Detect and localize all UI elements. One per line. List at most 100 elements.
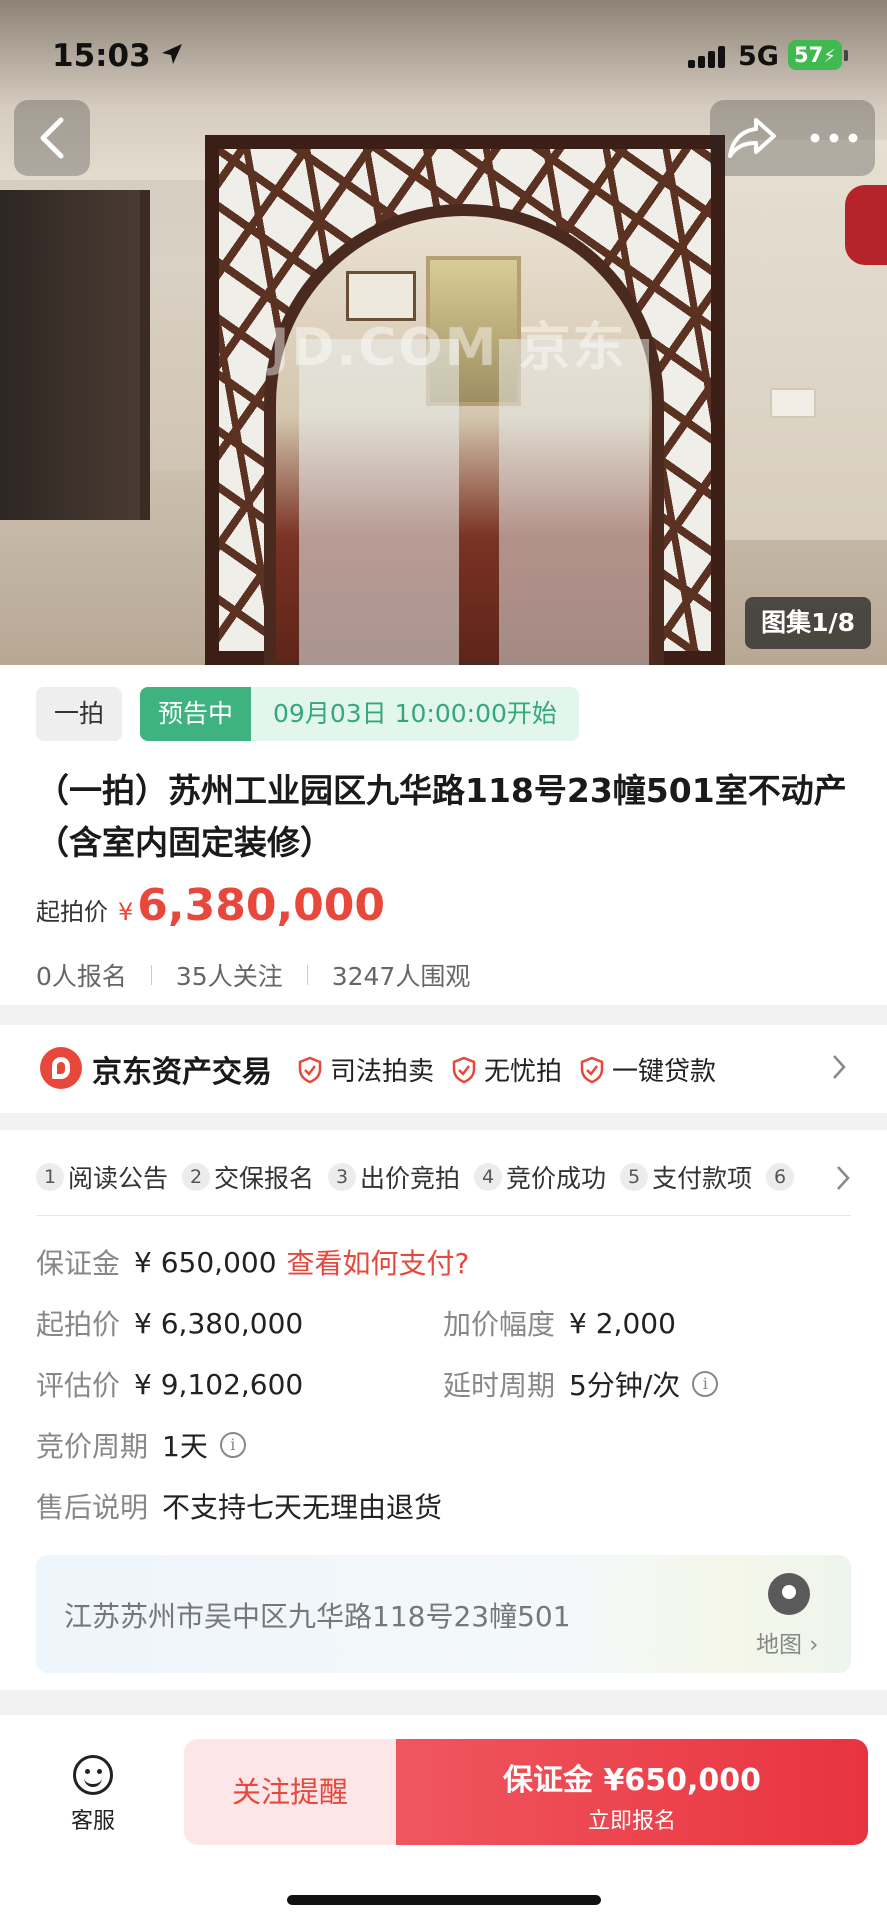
extension-label: 延时周期 [443, 1369, 556, 1402]
brand-name: 京东资产交易 [92, 1055, 272, 1090]
step-number: 6 [766, 1163, 795, 1191]
deposit-value: ¥ 650,000 [134, 1245, 277, 1279]
step-number: 2 [182, 1163, 211, 1191]
map-link[interactable]: 地图 › [756, 1625, 819, 1659]
step-number: 3 [328, 1163, 357, 1191]
step-item: 2 交保报名 [182, 1159, 314, 1195]
increment-row: 加价幅度 ¥ 2,000 [443, 1303, 676, 1343]
start-price-value: 6,380,000 [137, 880, 386, 931]
album-counter[interactable]: 图集1/8 [745, 597, 871, 649]
start-price-detail-label: 起拍价 [36, 1308, 121, 1341]
step-item: 4 竞价成功 [474, 1159, 606, 1195]
after-sale-label: 售后说明 [36, 1491, 149, 1524]
hero-glass-door-left [299, 339, 459, 665]
step-number: 5 [620, 1163, 649, 1191]
signup-deposit-label: 保证金 ¥650,000 [503, 1763, 761, 1798]
hero-wall-switch [770, 388, 816, 418]
divider [36, 1215, 851, 1216]
step-label: 阅读公告 [68, 1164, 169, 1193]
feature-label: 司法拍卖 [330, 1057, 435, 1087]
step-number: 1 [36, 1163, 64, 1191]
after-sale-row: 售后说明 不支持七天无理由退货 [36, 1486, 442, 1526]
address-map-card[interactable]: 江苏苏州市吴中区九华路118号23幢501 地图 › [36, 1555, 851, 1673]
status-time: 15:03 [52, 38, 151, 74]
signup-label: 立即报名 [587, 1809, 676, 1834]
feature-label: 无忧拍 [484, 1057, 563, 1087]
chevron-right-icon[interactable] [835, 1164, 851, 1192]
map-pin-icon [768, 1573, 810, 1615]
map-label: 地图 [756, 1632, 802, 1658]
chevron-right-icon [833, 1055, 846, 1079]
step-item: 1 阅读公告 [36, 1159, 168, 1195]
valuation-label: 评估价 [36, 1369, 121, 1402]
feature-loan: 一键贷款 [580, 1051, 716, 1088]
hero-watermark: JD.COM 京东 [270, 318, 627, 378]
network-type: 5G [738, 41, 779, 72]
feature-judicial: 司法拍卖 [298, 1051, 434, 1088]
status-badge: 预告中 [140, 687, 252, 741]
increment-label: 加价幅度 [443, 1308, 556, 1341]
extension-row: 延时周期 5分钟/次 i [443, 1364, 719, 1404]
after-sale-value: 不支持七天无理由退货 [162, 1491, 443, 1524]
feature-label: 一键贷款 [612, 1057, 717, 1087]
how-to-pay-link[interactable]: 查看如何支付? [287, 1242, 470, 1282]
valuation-value: ¥ 9,102,600 [134, 1367, 304, 1401]
auction-detail-card: 1 阅读公告 2 交保报名 3 出价竞拍 4 竞价成功 5 支付款项 6 保证金 ¥ 65… [0, 1130, 887, 1690]
auction-info-card: 一拍 预告中 09月03日 10:00:00开始 （一拍）苏州工业园区九华路11… [0, 665, 887, 1005]
address-text: 江苏苏州市吴中区九华路118号23幢501 [64, 1600, 571, 1633]
step-label: 出价竞拍 [360, 1164, 461, 1193]
shield-check-icon [580, 1056, 604, 1083]
info-icon[interactable]: i [219, 1432, 246, 1458]
increment-value: ¥ 2,000 [569, 1306, 676, 1340]
deposit-row: 保证金 ¥ 650,000 查看如何支付? [36, 1242, 469, 1282]
step-number: 4 [474, 1163, 503, 1191]
stat-followers: 35人关注 [175, 962, 283, 991]
battery-cap [844, 50, 848, 61]
step-label: 竞价成功 [506, 1164, 607, 1193]
stat-registered: 0人报名 [36, 962, 127, 991]
step-item: 5 支付款项 [620, 1159, 752, 1195]
customer-service-button[interactable]: 客服 [60, 1755, 126, 1835]
status-tags: 一拍 预告中 09月03日 10:00:00开始 [36, 687, 579, 741]
deposit-label: 保证金 [36, 1247, 121, 1280]
brand-features: 司法拍卖 无忧拍 一键贷款 [298, 1051, 716, 1088]
follow-reminder-button[interactable]: 关注提醒 [184, 1739, 396, 1845]
hero-left-door [0, 190, 150, 520]
hero-lattice-frame [205, 135, 725, 665]
step-item: 6 [766, 1163, 798, 1191]
process-steps[interactable]: 1 阅读公告 2 交保报名 3 出价竞拍 4 竞价成功 5 支付款项 6 [36, 1150, 851, 1204]
chevron-left-icon [40, 117, 64, 159]
step-label: 支付款项 [652, 1164, 753, 1193]
info-icon[interactable]: i [692, 1371, 719, 1397]
hero-chinese-knot [845, 185, 887, 265]
start-price-label: 起拍价 [36, 898, 108, 926]
stat-viewers: 3247人围观 [331, 962, 471, 991]
jd-asset-logo-icon [40, 1047, 82, 1089]
home-indicator [287, 1895, 601, 1905]
bid-period-value: 1天 [162, 1430, 208, 1463]
bid-period-row: 竞价周期 1天 i [36, 1425, 246, 1465]
customer-service-label: 客服 [70, 1809, 115, 1834]
preview-tag: 预告中 09月03日 10:00:00开始 [140, 687, 579, 741]
more-icon[interactable] [809, 132, 859, 144]
battery-level: 57 [794, 43, 824, 67]
brand-guarantee-row[interactable]: 京东资产交易 司法拍卖 无忧拍 一键贷款 [0, 1025, 887, 1113]
bid-period-label: 竞价周期 [36, 1430, 149, 1463]
bottom-action-bar: 客服 关注提醒 保证金 ¥650,000 立即报名 [0, 1715, 887, 1920]
top-right-actions [710, 100, 875, 176]
location-arrow-icon [162, 44, 182, 64]
signal-icon [688, 44, 728, 68]
engagement-stats: 0人报名 35人关注 3247人围观 [36, 957, 470, 993]
signup-button[interactable]: 保证金 ¥650,000 立即报名 [396, 1739, 868, 1845]
status-bar: 15:03 5G 57⚡ [0, 0, 887, 110]
feature-worry-free: 无忧拍 [452, 1051, 562, 1088]
stat-divider [306, 965, 308, 985]
start-price-detail-value: ¥ 6,380,000 [134, 1306, 304, 1340]
valuation-row: 评估价 ¥ 9,102,600 [36, 1364, 303, 1404]
smiley-icon [73, 1755, 113, 1795]
extension-value: 5分钟/次 [569, 1369, 681, 1402]
listing-title: （一拍）苏州工业园区九华路118号23幢501室不动产（含室内固定装修） [36, 771, 847, 862]
share-icon[interactable] [726, 116, 778, 160]
back-button[interactable] [14, 100, 90, 176]
step-item: 3 出价竞拍 [328, 1159, 460, 1195]
